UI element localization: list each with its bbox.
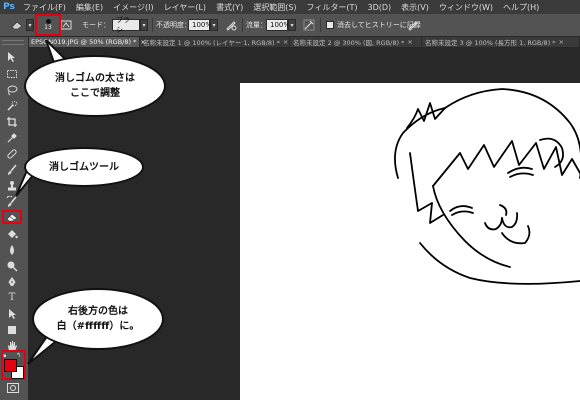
quick-select-icon[interactable] [3, 99, 21, 112]
mode-select[interactable]: ブラシ ▾ [112, 16, 148, 34]
photoshop-window: Ps ファイル(F) 編集(E) イメージ(I) レイヤー(L) 書式(Y) 選… [0, 0, 580, 400]
document-tabs: EPSON019.JPG @ 50% (RGB/8) * × 名称未設定 1 @… [28, 37, 580, 47]
pen-pressure-size-icon [406, 18, 420, 32]
pen-pressure-icon [224, 18, 238, 32]
callout-background-color: 右後方の色は 白（#ffffff）に。 [32, 288, 164, 350]
tool-preset-picker[interactable]: ▾ [10, 17, 34, 33]
tab-untitled-3[interactable]: 名称未設定 3 @ 100% (長方形 1, RGB/8) * × [422, 37, 580, 47]
document-canvas[interactable] [240, 83, 580, 400]
tab-label: 名称未設定 3 @ 100% (長方形 1, RGB/8) * [425, 39, 556, 47]
crop-icon[interactable] [3, 115, 21, 128]
foreground-color-swatch[interactable] [4, 359, 17, 372]
pen-icon[interactable] [3, 275, 21, 288]
flow-input[interactable]: 100% ▾ [266, 17, 296, 33]
lasso-icon[interactable] [3, 83, 21, 96]
opacity-input[interactable]: 100% ▾ [188, 17, 218, 33]
dodge-icon[interactable] [3, 259, 21, 272]
tab-label: 名称未設定 2 @ 300% (図, RGB/8) * [293, 39, 405, 47]
menu-filter[interactable]: フィルター(T) [302, 2, 363, 13]
menu-bar: Ps ファイル(F) 編集(E) イメージ(I) レイヤー(L) 書式(Y) 選… [0, 0, 580, 14]
menu-window[interactable]: ウィンドウ(W) [434, 2, 498, 13]
flow-value: 100% [266, 19, 290, 31]
tab-label: 名称未設定 1 @ 100% (レイヤー 1, RGB/8) * [143, 39, 280, 47]
mode-label: モード： [82, 21, 110, 29]
menu-3d[interactable]: 3D(D) [363, 3, 397, 12]
healing-icon[interactable] [3, 147, 21, 160]
brush-panel-toggle[interactable] [59, 17, 73, 33]
callout-background-color-line2: 白（#ffffff）に。 [56, 321, 140, 332]
eraser-preset-icon [10, 18, 24, 32]
separator [242, 18, 243, 32]
airbrush-icon [302, 18, 316, 32]
brush-panel-icon [59, 18, 73, 32]
character-drawing [394, 88, 580, 285]
separator [152, 18, 153, 32]
swap-colors-icon[interactable]: ↰ [16, 352, 21, 359]
close-icon[interactable]: × [559, 38, 564, 46]
callout-eraser-size-line2: ここで調整 [70, 88, 120, 99]
menu-view[interactable]: 表示(V) [396, 2, 434, 13]
callout-eraser-tool: 消しゴムツール [24, 147, 144, 187]
close-icon[interactable]: × [407, 38, 412, 46]
default-colors-icon[interactable]: ▪ [3, 353, 8, 359]
menu-edit[interactable]: 編集(E) [71, 2, 108, 13]
menu-select[interactable]: 選択範囲(S) [248, 2, 301, 13]
brush-size-highlight [35, 14, 61, 36]
callout-eraser-size: 消しゴムの太さは ここで調整 [24, 55, 166, 117]
blur-icon[interactable] [3, 243, 21, 256]
separator [320, 18, 321, 32]
separator [32, 18, 33, 32]
shape-icon[interactable] [3, 323, 21, 336]
menu-type[interactable]: 書式(Y) [211, 2, 248, 13]
paint-bucket-icon[interactable] [3, 227, 21, 240]
mode-value: ブラシ [112, 16, 140, 34]
quick-mask-icon[interactable] [7, 383, 19, 393]
options-bar: ▾ 13 モード： ブラシ ▾ 不透明度： 100% ▾ 流量： 100% ▾ … [0, 14, 580, 37]
pressure-size-button[interactable] [406, 17, 420, 33]
menu-layer[interactable]: レイヤー(L) [159, 2, 211, 13]
path-select-icon[interactable] [3, 307, 21, 320]
chevron-down-icon: ▾ [140, 19, 148, 31]
panel-grip[interactable] [2, 40, 24, 45]
callout-eraser-size-line1: 消しゴムの太さは [55, 73, 135, 84]
menu-file[interactable]: ファイル(F) [18, 2, 71, 13]
close-icon[interactable]: × [283, 38, 288, 46]
opacity-label: 不透明度： [156, 21, 191, 29]
eyedropper-icon[interactable] [3, 131, 21, 144]
eraser-tool-button[interactable] [2, 210, 22, 224]
pressure-opacity-button[interactable] [224, 17, 238, 33]
callout-eraser-tool-text: 消しゴムツール [49, 161, 119, 173]
move-icon[interactable] [3, 50, 21, 63]
airbrush-button[interactable] [302, 17, 316, 33]
erase-history-checkbox[interactable] [326, 21, 334, 29]
tab-untitled-2[interactable]: 名称未設定 2 @ 300% (図, RGB/8) * × [290, 37, 422, 47]
eraser-icon [6, 213, 18, 222]
opacity-value: 100% [188, 19, 212, 31]
chevron-down-icon: ▾ [210, 19, 218, 31]
app-logo: Ps [3, 2, 15, 12]
type-icon[interactable]: T [3, 291, 21, 304]
tab-untitled-1[interactable]: 名称未設定 1 @ 100% (レイヤー 1, RGB/8) * × [140, 37, 290, 47]
marquee-icon[interactable] [3, 67, 21, 80]
menu-image[interactable]: イメージ(I) [108, 2, 158, 13]
flow-label: 流量： [246, 21, 267, 29]
menu-help[interactable]: ヘルプ(H) [498, 2, 544, 13]
chevron-down-icon: ▾ [288, 19, 296, 31]
callout-background-color-line1: 右後方の色は [68, 306, 128, 317]
